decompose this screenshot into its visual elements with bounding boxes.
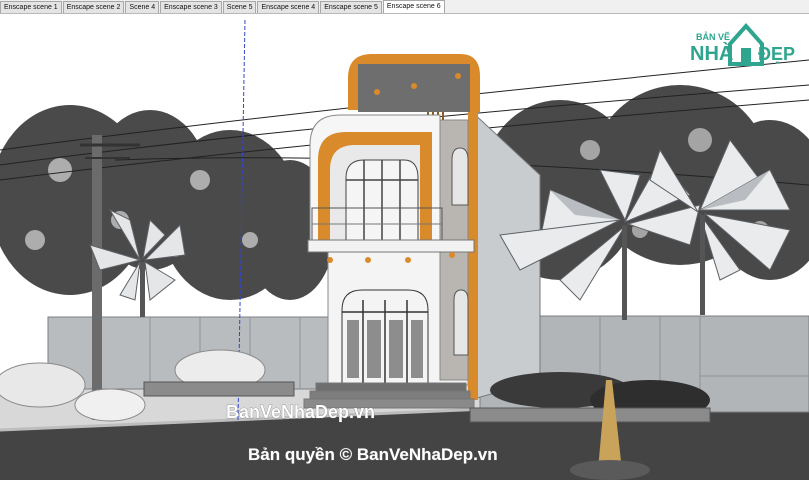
scene-tab-enscape-2[interactable]: Enscape scene 2 — [62, 1, 125, 13]
planter-left — [143, 381, 295, 397]
scene-tab-enscape-6[interactable]: Enscape scene 6 — [382, 0, 445, 13]
logo-top-text: BẢN VẼ — [696, 31, 730, 42]
scene-tab-enscape-3[interactable]: Enscape scene 3 — [160, 1, 222, 13]
house-model-render: BanVeNhaDep.vn Bản quyền © BanVeNhaDep.v… — [0, 14, 809, 480]
logo-left-text: NHÀ — [690, 42, 733, 65]
scene-tab-scene-5[interactable]: Scene 5 — [222, 1, 257, 13]
planter-right — [469, 407, 711, 423]
watermark-copyright: Bản quyền © BanVeNhaDep.vn — [248, 445, 498, 464]
scene-tab-scene-4[interactable]: Scene 4 — [125, 1, 160, 13]
scene-tab-enscape-1[interactable]: Enscape scene 1 — [0, 1, 62, 13]
scene-tab-bar: Enscape scene 1 Enscape scene 2 Scene 4 … — [0, 0, 809, 14]
model-viewport[interactable]: BanVeNhaDep.vn Bản quyền © BanVeNhaDep.v… — [0, 14, 809, 480]
watermark-center: BanVeNhaDep.vn — [226, 402, 375, 422]
scene-tab-enscape-5[interactable]: Enscape scene 5 — [320, 1, 382, 13]
balcony-slab — [307, 239, 475, 253]
site-logo: BẢN VẼ NHÀ ĐẸP — [686, 14, 796, 68]
logo-right-text: ĐẸP — [758, 44, 795, 64]
scene-tab-enscape-4[interactable]: Enscape scene 4 — [257, 1, 320, 13]
